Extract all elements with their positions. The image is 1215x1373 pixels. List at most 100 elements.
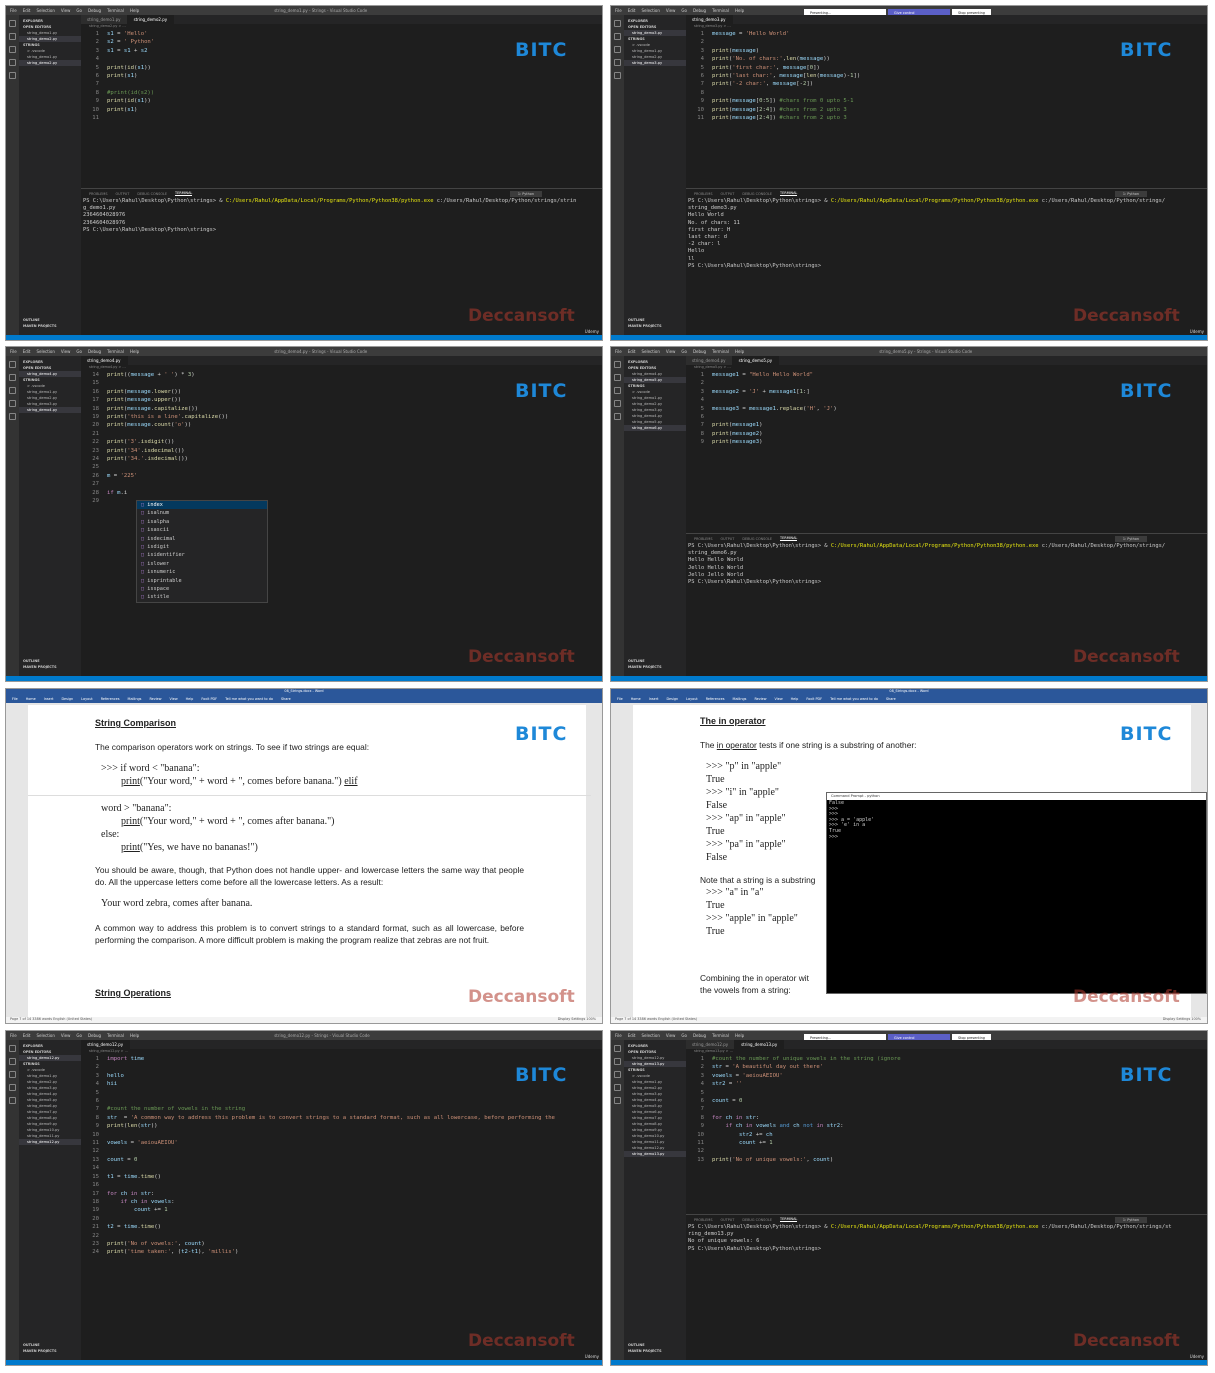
menu-item-view[interactable]: View [61,349,71,354]
ribbon-tab[interactable]: View [170,697,178,701]
shell-select[interactable]: 1: Python [1114,1216,1147,1223]
search-icon[interactable] [9,374,16,381]
extensions-icon[interactable] [9,72,16,79]
menu-item-file[interactable]: File [10,8,17,13]
menu-item-debug[interactable]: Debug [88,8,101,13]
menu-item-go[interactable]: Go [681,1033,687,1038]
menu-item-debug[interactable]: Debug [693,1033,706,1038]
files-icon[interactable] [614,20,621,27]
maven-header[interactable]: MAVEN PROJECTS [624,664,686,670]
editor-tab[interactable]: string_demo1.py [81,15,128,24]
extensions-icon[interactable] [9,1097,16,1104]
activity-bar[interactable] [6,1040,19,1360]
search-icon[interactable] [614,33,621,40]
command-prompt-window[interactable]: Command Prompt - python False >>> >>> >>… [826,792,1207,994]
debug-icon[interactable] [9,400,16,407]
files-icon[interactable] [614,361,621,368]
editor-tab[interactable]: string_demo12.py [81,1040,131,1049]
activity-bar[interactable] [6,356,19,676]
panel-tab-terminal[interactable]: TERMINAL [780,1217,798,1222]
ribbon-tab[interactable]: Home [631,697,641,701]
autocomplete-item[interactable]: □ index [137,501,267,510]
autocomplete-item[interactable]: □ isspace [137,585,267,593]
menu-item-selection[interactable]: Selection [641,8,659,13]
panel-tab-output[interactable]: OUTPUT [116,192,130,196]
menu-item-file[interactable]: File [10,1033,17,1038]
ribbon-tab[interactable]: Mailings [733,697,747,701]
ribbon-tab[interactable]: File [12,697,18,701]
menu-item-help[interactable]: Help [130,1033,139,1038]
file-item[interactable]: string_demo4.py [19,407,81,413]
menu-item-terminal[interactable]: Terminal [107,349,124,354]
editor-area[interactable]: string_demo12.py string_demo13.py string_… [686,1040,1207,1360]
menu-item-selection[interactable]: Selection [36,8,54,13]
files-icon[interactable] [9,20,16,27]
editor-area[interactable]: string_demo12.py string_demo12.py > ... … [81,1040,602,1360]
extensions-icon[interactable] [614,1097,621,1104]
autocomplete-item[interactable]: □ isalpha [137,518,267,526]
panel-tab-terminal[interactable]: TERMINAL [175,191,193,196]
file-item[interactable]: string_demo2.py [19,60,81,66]
editor-tab[interactable]: string_demo4.py [81,356,128,365]
maven-header[interactable]: MAVEN PROJECTS [19,1348,81,1354]
menu-item-selection[interactable]: Selection [641,349,659,354]
panel-tab-output[interactable]: OUTPUT [721,192,735,196]
menu-item-go[interactable]: Go [76,8,82,13]
files-icon[interactable] [9,1045,16,1052]
debug-icon[interactable] [614,1084,621,1091]
panel-tab-terminal[interactable]: TERMINAL [780,191,798,196]
ribbon-tab[interactable]: Foxit PDF [201,697,217,701]
search-icon[interactable] [9,33,16,40]
file-item[interactable]: string_demo13.py [624,1151,686,1157]
maven-header[interactable]: MAVEN PROJECTS [624,1348,686,1354]
file-item[interactable]: string_demo6.py [624,425,686,431]
menu-item-edit[interactable]: Edit [23,1033,31,1038]
autocomplete-item[interactable]: □ isdecimal [137,535,267,543]
menu-item-view[interactable]: View [666,1033,676,1038]
source-control-icon[interactable] [614,46,621,53]
menu-item-debug[interactable]: Debug [693,349,706,354]
debug-icon[interactable] [9,59,16,66]
menu-item-terminal[interactable]: Terminal [712,8,729,13]
activity-bar[interactable] [6,15,19,335]
activity-bar[interactable] [611,356,624,676]
menu-item-view[interactable]: View [61,1033,71,1038]
editor-area[interactable]: string_demo3.py string_demo3.py > ... 1m… [686,15,1207,335]
editor-tab[interactable]: string_demo13.py [735,1040,785,1049]
menu-item-help[interactable]: Help [735,8,744,13]
debug-icon[interactable] [9,1084,16,1091]
debug-icon[interactable] [614,400,621,407]
autocomplete-item[interactable]: □ istitle [137,593,267,601]
editor-tab[interactable]: string_demo4.py [686,356,733,365]
editor-tab[interactable]: string_demo3.py [686,15,733,24]
activity-bar[interactable] [611,15,624,335]
editor-tab[interactable]: string_demo5.py [732,356,780,365]
search-icon[interactable] [614,374,621,381]
menu-item-help[interactable]: Help [130,349,139,354]
ribbon-tab[interactable]: Tell me what you want to do [830,697,878,701]
autocomplete-popup[interactable]: □ index □ isalnum □ isalpha □ isascii □ isde… [136,500,268,603]
source-control-icon[interactable] [9,387,16,394]
shell-select[interactable]: 1: Python [509,190,542,197]
menu-item-go[interactable]: Go [76,1033,82,1038]
menu-item-debug[interactable]: Debug [88,349,101,354]
maven-header[interactable]: MAVEN PROJECTS [19,664,81,670]
menu-item-file[interactable]: File [615,1033,622,1038]
menu-item-edit[interactable]: Edit [23,8,31,13]
editor-area[interactable]: string_demo4.py string_demo5.py string_de… [686,356,1207,676]
ribbon-tab[interactable]: References [101,697,120,701]
editor-area[interactable]: string_demo1.py string_demo2.py string_de… [81,15,602,335]
files-icon[interactable] [614,1045,621,1052]
ribbon-tab[interactable]: Share [281,697,291,701]
extensions-icon[interactable] [614,413,621,420]
source-control-icon[interactable] [614,387,621,394]
menu-item-view[interactable]: View [666,8,676,13]
panel-tab-problems[interactable]: PROBLEMS [694,1218,713,1222]
extensions-icon[interactable] [9,413,16,420]
menu-item-terminal[interactable]: Terminal [107,8,124,13]
panel-tab-problems[interactable]: PROBLEMS [694,192,713,196]
autocomplete-item[interactable]: □ isidentifier [137,551,267,559]
menu-item-selection[interactable]: Selection [36,1033,54,1038]
extensions-icon[interactable] [614,72,621,79]
menu-item-selection[interactable]: Selection [641,1033,659,1038]
